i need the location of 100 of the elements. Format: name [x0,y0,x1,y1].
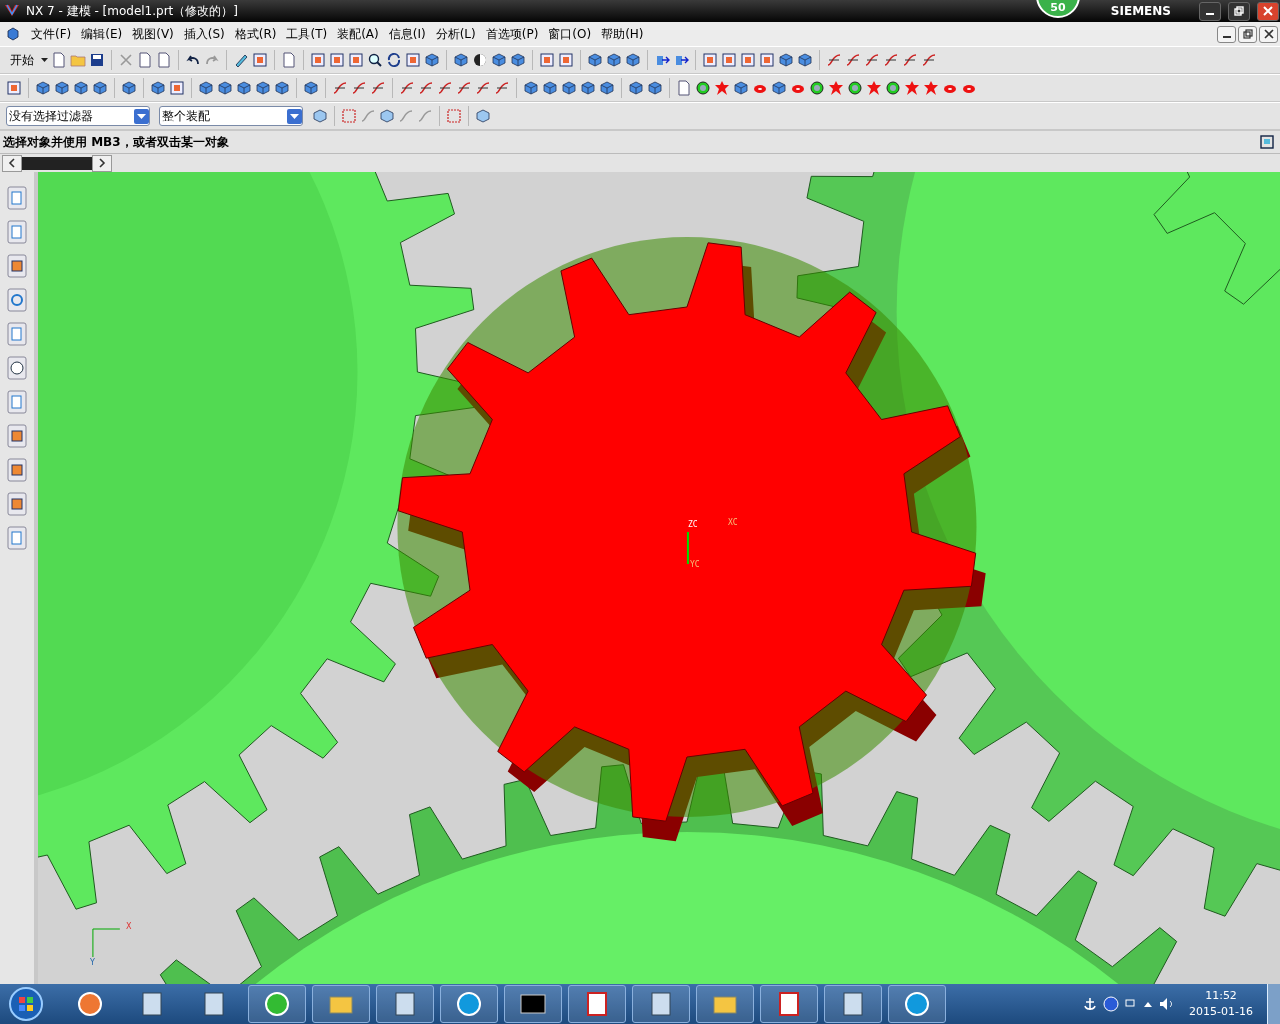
app-ball-icon [455,990,483,1018]
menu-item[interactable]: 格式(R) [229,25,282,43]
taskbar-button[interactable] [888,985,946,1023]
square-icon[interactable] [740,52,756,68]
brand-logo: SIEMENS [1110,4,1171,18]
rotate-icon[interactable] [386,52,402,68]
pen-icon[interactable] [233,52,249,68]
taskbar-button[interactable] [760,985,818,1023]
window-title: NX 7 - 建模 - [model1.prt（修改的）] [26,2,238,20]
minimize-button[interactable] [1199,1,1221,21]
doc-icon[interactable] [156,52,172,68]
star-icon[interactable] [866,80,882,96]
square-icon[interactable] [539,52,555,68]
taskbar-button[interactable] [376,985,434,1023]
filter-dropdown[interactable]: 整个装配 [159,106,303,126]
curve-icon[interactable] [456,80,472,96]
square-icon[interactable] [702,52,718,68]
star-icon[interactable] [828,80,844,96]
ring-icon[interactable] [847,80,863,96]
curve-icon[interactable] [864,52,880,68]
taskbar-button[interactable] [248,985,306,1023]
curve-icon[interactable] [418,80,434,96]
curve-icon[interactable] [845,52,861,68]
menu-item[interactable]: 窗口(O) [543,25,597,43]
filter-dropdown[interactable]: 没有选择过滤器 [6,106,150,126]
curve-icon[interactable] [351,80,367,96]
menu-item[interactable]: 信息(I) [383,25,431,43]
menu-item[interactable]: 插入(S) [178,25,230,43]
square-icon[interactable] [558,52,574,68]
chevron-left-icon [8,158,16,168]
menu-item[interactable]: 帮助(H) [596,25,649,43]
star-icon[interactable] [904,80,920,96]
counter-badge: 50 [1036,0,1080,18]
menu-item[interactable]: 工具(T) [281,25,333,43]
minimize-icon [1222,36,1231,38]
curve-icon[interactable] [826,52,842,68]
minimize-icon [1206,13,1214,15]
curve-icon[interactable] [370,80,386,96]
axis-label: YC [690,560,700,569]
caret-up-icon[interactable] [1143,1000,1154,1008]
caret-icon [134,108,149,124]
star-icon[interactable] [923,80,939,96]
menu-item[interactable]: 首选项(P) [480,25,544,43]
square-icon[interactable] [721,52,737,68]
zoom-icon[interactable] [367,52,383,68]
taskbar-button[interactable] [696,985,754,1023]
curve-icon[interactable] [902,52,918,68]
menu-item[interactable]: 视图(V) [127,25,179,43]
doc-icon[interactable] [137,52,153,68]
star-icon[interactable] [714,80,730,96]
taskbar-button[interactable] [440,985,498,1023]
curve-icon[interactable] [437,80,453,96]
ball-icon[interactable] [472,52,488,68]
taskbar-button[interactable] [504,985,562,1023]
scroll-right-button[interactable] [92,154,112,172]
caret-icon[interactable] [41,57,48,63]
square-icon[interactable] [310,52,326,68]
curve-icon[interactable] [921,52,937,68]
curve-icon[interactable] [475,80,491,96]
doc-icon[interactable] [51,52,67,68]
curve-icon[interactable] [399,80,415,96]
curve-icon[interactable] [883,52,899,68]
ring-icon[interactable] [7,288,27,312]
ring-icon[interactable] [809,80,825,96]
curve-icon[interactable] [332,80,348,96]
curve-icon[interactable] [494,80,510,96]
anchor-icon[interactable] [1083,996,1098,1012]
scroll-left-button[interactable] [2,154,22,172]
menu-item[interactable]: 编辑(E) [76,25,128,43]
square-icon[interactable] [252,52,268,68]
square-icon[interactable] [169,80,185,96]
square-icon[interactable] [341,108,357,124]
ring-icon[interactable] [695,80,711,96]
restore-button[interactable] [1228,1,1250,21]
axis-label: Y [90,958,95,967]
app-ball-icon [903,990,931,1018]
square-icon[interactable] [6,80,22,96]
square-icon[interactable] [329,52,345,68]
close-button[interactable] [1257,1,1279,21]
doc-icon[interactable] [676,80,692,96]
menu-item[interactable]: 文件(F) [26,25,77,43]
menu-item[interactable]: 装配(A) [332,25,384,43]
doc-icon[interactable] [281,52,297,68]
taskbar-button[interactable] [312,985,370,1023]
start-orb-icon[interactable] [8,986,44,1022]
menu-item[interactable]: 分析(L) [430,25,481,43]
taskbar-button[interactable] [632,985,690,1023]
restore-button[interactable] [1238,25,1257,43]
start-button[interactable]: 开始 [6,51,38,69]
taskbar-button[interactable] [824,985,882,1023]
restore-icon [1242,29,1253,39]
close-button[interactable] [1259,25,1278,43]
square-icon[interactable] [446,108,462,124]
clock[interactable]: 11:52 2015-01-16 [1181,988,1261,1020]
taskbar-button[interactable] [568,985,626,1023]
scrollbar-thumb[interactable] [22,156,92,170]
fit-view-icon[interactable] [1260,135,1274,149]
minimize-button[interactable] [1217,25,1236,43]
square-icon[interactable] [759,52,775,68]
ring-icon[interactable] [885,80,901,96]
